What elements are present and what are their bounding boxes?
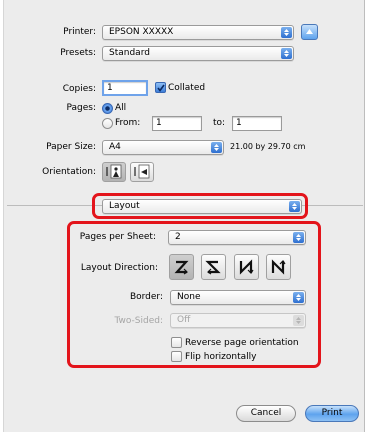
- two-sided-select[interactable]: Off: [170, 313, 306, 328]
- portrait-icon: [106, 164, 122, 179]
- print-button[interactable]: Print: [305, 405, 359, 422]
- two-sided-value: Off: [177, 315, 191, 325]
- border-value: None: [177, 292, 201, 302]
- printer-value: EPSON XXXXX: [109, 27, 174, 37]
- copies-value: 1: [107, 83, 113, 93]
- layout-n-icon: [271, 259, 286, 275]
- pages-label: Pages:: [66, 103, 96, 113]
- orientation-portrait-button[interactable]: [102, 162, 126, 182]
- copies-field[interactable]: 1: [102, 80, 148, 96]
- pages-to-field[interactable]: 1: [232, 116, 282, 131]
- layout-direction-z-button[interactable]: [169, 254, 194, 280]
- layout-direction-s-button[interactable]: [201, 254, 226, 280]
- section-highlight: [92, 193, 308, 219]
- cancel-button[interactable]: Cancel: [236, 405, 296, 422]
- reverse-orientation-label: Reverse page orientation: [185, 338, 299, 348]
- layout-s-icon: [205, 260, 221, 275]
- layout-n-reverse-icon: [239, 259, 254, 275]
- collated-label: Collated: [168, 83, 206, 93]
- flip-horizontally-label: Flip horizontally: [185, 352, 257, 362]
- pages-to-label: to:: [213, 118, 226, 128]
- pages-all-label: All: [115, 103, 127, 113]
- border-select[interactable]: None: [170, 290, 306, 305]
- chevron-updown-icon: [293, 315, 304, 326]
- orientation-label: Orientation:: [42, 167, 96, 177]
- pages-to-value: 1: [236, 118, 242, 128]
- expand-details-button[interactable]: [301, 24, 318, 40]
- pages-from-field[interactable]: 1: [152, 116, 202, 131]
- collated-checkbox[interactable]: [155, 82, 166, 93]
- border-label: Border:: [129, 292, 163, 302]
- printer-select[interactable]: EPSON XXXXX: [102, 25, 294, 40]
- checkmark-icon: [157, 84, 165, 92]
- triangle-up-icon: [306, 29, 313, 34]
- presets-value: Standard: [109, 48, 150, 58]
- chevron-updown-icon: [293, 292, 304, 303]
- pages-per-sheet-label: Pages per Sheet:: [79, 232, 156, 242]
- orientation-landscape-button[interactable]: [130, 162, 154, 182]
- paper-size-select[interactable]: A4: [102, 140, 224, 155]
- chevron-updown-icon: [281, 27, 292, 38]
- paper-size-value: A4: [109, 142, 121, 152]
- paper-dimensions: 21.00 by 29.70 cm: [230, 142, 306, 151]
- pages-all-radio[interactable]: [102, 103, 113, 114]
- presets-select[interactable]: Standard: [102, 46, 294, 61]
- two-sided-label: Two-Sided:: [114, 316, 164, 326]
- landscape-icon: [134, 164, 150, 179]
- layout-direction-n-button[interactable]: [266, 254, 291, 280]
- pages-from-value: 1: [156, 118, 162, 128]
- pages-from-label: From:: [115, 118, 141, 128]
- chevron-updown-icon: [211, 142, 222, 153]
- layout-z-icon: [174, 260, 189, 275]
- copies-label: Copies:: [62, 84, 96, 94]
- pages-per-sheet-select[interactable]: 2: [168, 230, 306, 245]
- layout-direction-label: Layout Direction:: [80, 263, 158, 273]
- layout-direction-n-reverse-button[interactable]: [234, 254, 259, 280]
- pages-per-sheet-value: 2: [175, 232, 181, 242]
- chevron-updown-icon: [281, 48, 292, 59]
- pages-from-radio[interactable]: [102, 118, 113, 129]
- flip-horizontally-checkbox[interactable]: [171, 351, 182, 362]
- print-dialog: Printer: EPSON XXXXX Presets: Standard C…: [3, 0, 365, 432]
- printer-label: Printer:: [63, 27, 96, 37]
- chevron-updown-icon: [293, 232, 304, 243]
- presets-label: Presets:: [60, 48, 96, 58]
- reverse-orientation-checkbox[interactable]: [171, 337, 182, 348]
- paper-size-label: Paper Size:: [46, 142, 96, 152]
